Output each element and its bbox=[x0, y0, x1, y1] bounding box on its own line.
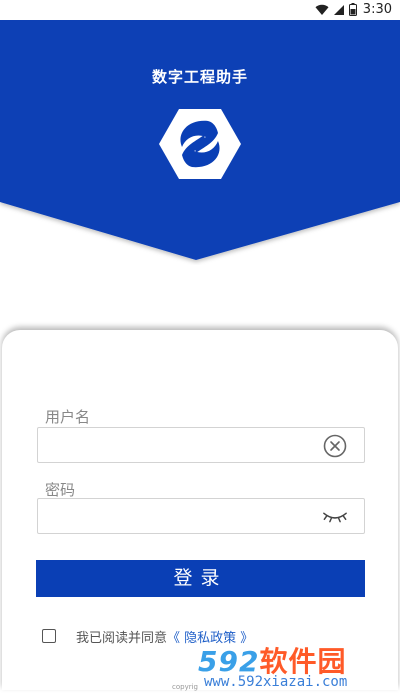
battery-icon bbox=[348, 3, 357, 16]
eye-closed-icon[interactable] bbox=[322, 505, 348, 529]
agreement-label: 我已阅读并同意 bbox=[76, 631, 168, 646]
agree-checkbox[interactable] bbox=[42, 629, 56, 643]
watermark: 592软件园 www.592xiazai.com bbox=[196, 640, 396, 696]
wifi-icon bbox=[315, 4, 329, 16]
clear-icon[interactable] bbox=[322, 434, 348, 458]
app-title: 数字工程助手 bbox=[151, 68, 248, 86]
password-input[interactable] bbox=[38, 499, 308, 533]
password-label: 密码 bbox=[45, 481, 76, 499]
login-button[interactable]: 登录 bbox=[36, 560, 365, 597]
username-input[interactable] bbox=[38, 428, 308, 462]
copyright-text: copyrig bbox=[172, 683, 198, 691]
password-field[interactable] bbox=[37, 498, 365, 534]
username-field[interactable] bbox=[37, 427, 365, 463]
status-icons: 3:30 bbox=[315, 2, 392, 17]
signal-icon bbox=[333, 4, 345, 16]
username-label: 用户名 bbox=[45, 408, 91, 426]
status-time: 3:30 bbox=[362, 2, 392, 17]
watermark-url: www.592xiazai.com bbox=[204, 674, 348, 690]
status-bar: 3:30 bbox=[0, 0, 400, 20]
app-logo-icon bbox=[159, 109, 241, 179]
